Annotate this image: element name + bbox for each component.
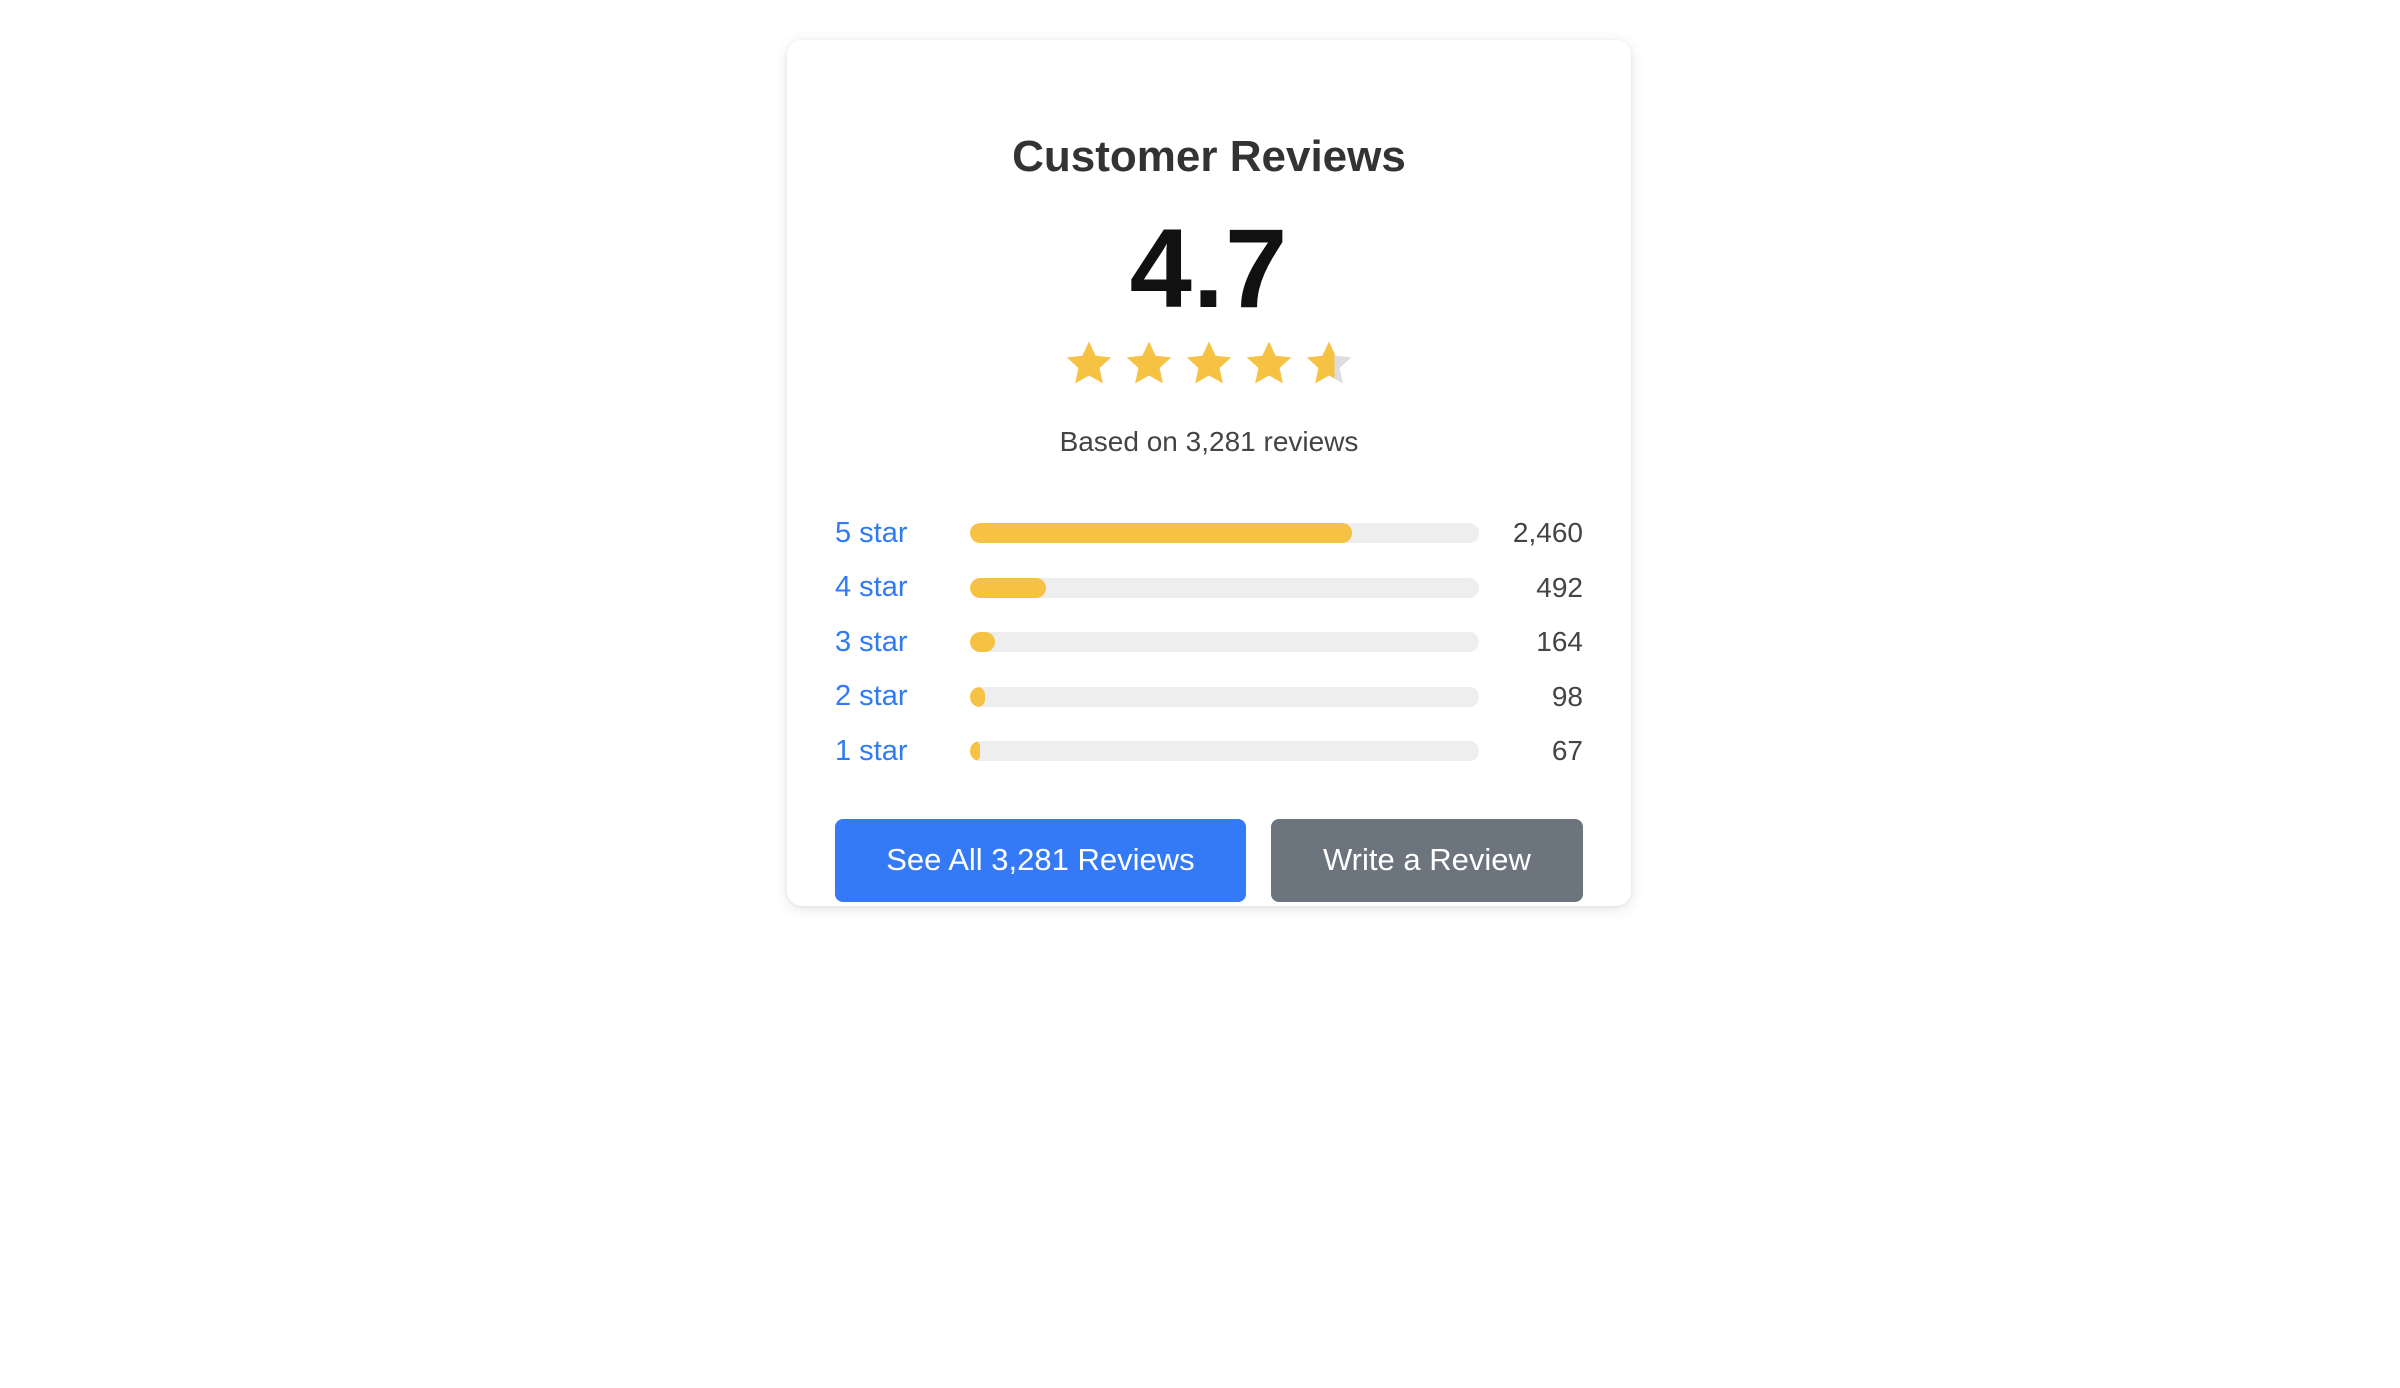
review-count-summary: Based on 3,281 reviews xyxy=(1059,426,1359,457)
filter-link-2-star[interactable]: 2 star xyxy=(835,680,970,713)
progress-fill xyxy=(970,632,996,653)
card-title: Customer Reviews xyxy=(1012,132,1406,181)
progress-track xyxy=(970,686,1479,707)
star-icon xyxy=(1126,341,1172,384)
star-icon xyxy=(1246,341,1292,384)
star-rating xyxy=(835,337,1583,397)
progress-track xyxy=(970,577,1479,598)
progress-fill xyxy=(970,741,981,762)
filter-link-1-star[interactable]: 1 star xyxy=(835,735,970,768)
distribution-row: 3 star 164 xyxy=(835,615,1583,670)
filter-link-4-star[interactable]: 4 star xyxy=(835,571,970,604)
see-all-reviews-button[interactable]: See All 3,281 Reviews xyxy=(835,818,1246,902)
progress-fill xyxy=(970,523,1352,544)
progress-fill xyxy=(970,577,1047,598)
rating-count: 67 xyxy=(1551,735,1583,767)
action-buttons: See All 3,281 Reviews Write a Review xyxy=(835,818,1583,902)
rating-count: 98 xyxy=(1551,680,1583,712)
rating-count: 492 xyxy=(1536,571,1583,603)
filter-link-5-star[interactable]: 5 star xyxy=(835,517,970,550)
average-rating: 4.7 xyxy=(1129,206,1289,331)
progress-track xyxy=(970,632,1479,653)
distribution-row: 5 star 2,460 xyxy=(835,506,1583,561)
rating-count: 164 xyxy=(1536,626,1583,658)
distribution-row: 2 star 98 xyxy=(835,670,1583,725)
distribution-row: 4 star 492 xyxy=(835,561,1583,616)
progress-track xyxy=(970,741,1479,762)
rating-distribution: 5 star 2,460 4 star 492 3 star 164 2 sta… xyxy=(835,506,1583,779)
star-half-icon xyxy=(1306,341,1352,384)
star-icon xyxy=(1186,341,1232,384)
star-icon xyxy=(1066,341,1112,384)
progress-fill xyxy=(970,686,986,707)
rating-count: 2,460 xyxy=(1512,517,1583,549)
distribution-row: 1 star 67 xyxy=(835,724,1583,779)
write-review-button[interactable]: Write a Review xyxy=(1270,818,1583,902)
progress-track xyxy=(970,523,1479,544)
reviews-card: Customer Reviews 4.7 Based on 3,281 revi… xyxy=(787,40,1631,906)
filter-link-3-star[interactable]: 3 star xyxy=(835,626,970,659)
